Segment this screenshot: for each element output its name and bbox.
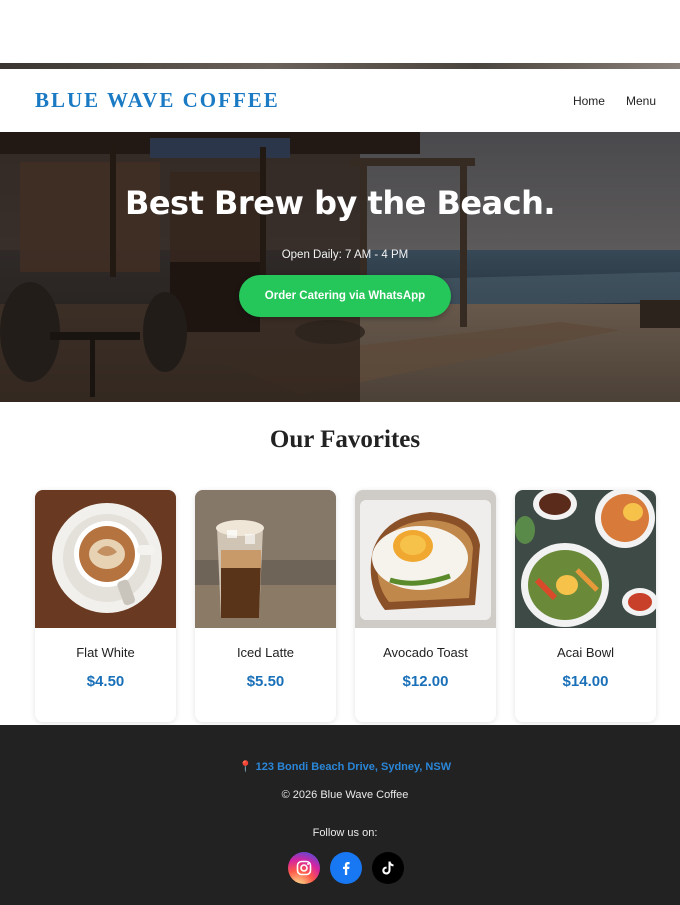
iced-latte-image [195, 490, 336, 628]
facebook-icon[interactable] [330, 852, 362, 884]
top-gap [0, 0, 680, 63]
address-link[interactable]: 📍 123 Bondi Beach Drive, Sydney, NSW [0, 760, 680, 773]
item-name: Iced Latte [236, 645, 295, 660]
menu-card-iced-latte[interactable]: Iced Latte $5.50 [195, 490, 336, 722]
favorites-grid: Flat White $4.50 Iced Latte $5.50 Avocad… [35, 490, 656, 722]
favorites-title: Our Favorites [269, 426, 421, 453]
social-links [288, 852, 404, 884]
flat-white-image [35, 490, 176, 628]
acai-bowl-image [515, 490, 656, 628]
map-pin-icon: 📍 [238, 761, 253, 773]
item-price: $14.00 [562, 673, 609, 690]
instagram-icon[interactable] [288, 852, 320, 884]
follow-label: Follow us on: [312, 827, 378, 839]
avocado-toast-image [355, 490, 496, 628]
opening-hours: Open Daily: 7 AM - 4 PM [281, 249, 409, 261]
hero-title: Best Brew by the Beach. [124, 184, 556, 222]
copyright: © 2026 Blue Wave Coffee [281, 789, 409, 801]
menu-card-avocado-toast[interactable]: Avocado Toast $12.00 [355, 490, 496, 722]
item-price: $12.00 [402, 673, 449, 690]
menu-card-acai-bowl[interactable]: Acai Bowl $14.00 [515, 490, 656, 722]
menu-card-flat-white[interactable]: Flat White $4.50 [35, 490, 176, 722]
item-name: Flat White [76, 645, 135, 660]
item-name: Acai Bowl [556, 645, 615, 660]
item-price: $5.50 [246, 673, 285, 690]
hero-overlay [0, 132, 680, 402]
item-price: $4.50 [86, 673, 125, 690]
hero-section: Best Brew by the Beach. Open Daily: 7 AM… [0, 132, 680, 402]
site-footer: 📍 123 Bondi Beach Drive, Sydney, NSW © 2… [0, 725, 680, 905]
order-catering-button[interactable]: Order Catering via WhatsApp [239, 275, 451, 317]
site-logo[interactable]: BLUE WAVE COFFEE [35, 88, 280, 113]
item-name: Avocado Toast [383, 645, 468, 660]
main-nav: Home Menu [573, 94, 656, 108]
address-text: 123 Bondi Beach Drive, Sydney, NSW [255, 761, 452, 773]
nav-home[interactable]: Home [573, 94, 605, 108]
tiktok-icon[interactable] [372, 852, 404, 884]
site-header: BLUE WAVE COFFEE Home Menu [0, 69, 680, 132]
nav-menu[interactable]: Menu [626, 94, 656, 108]
